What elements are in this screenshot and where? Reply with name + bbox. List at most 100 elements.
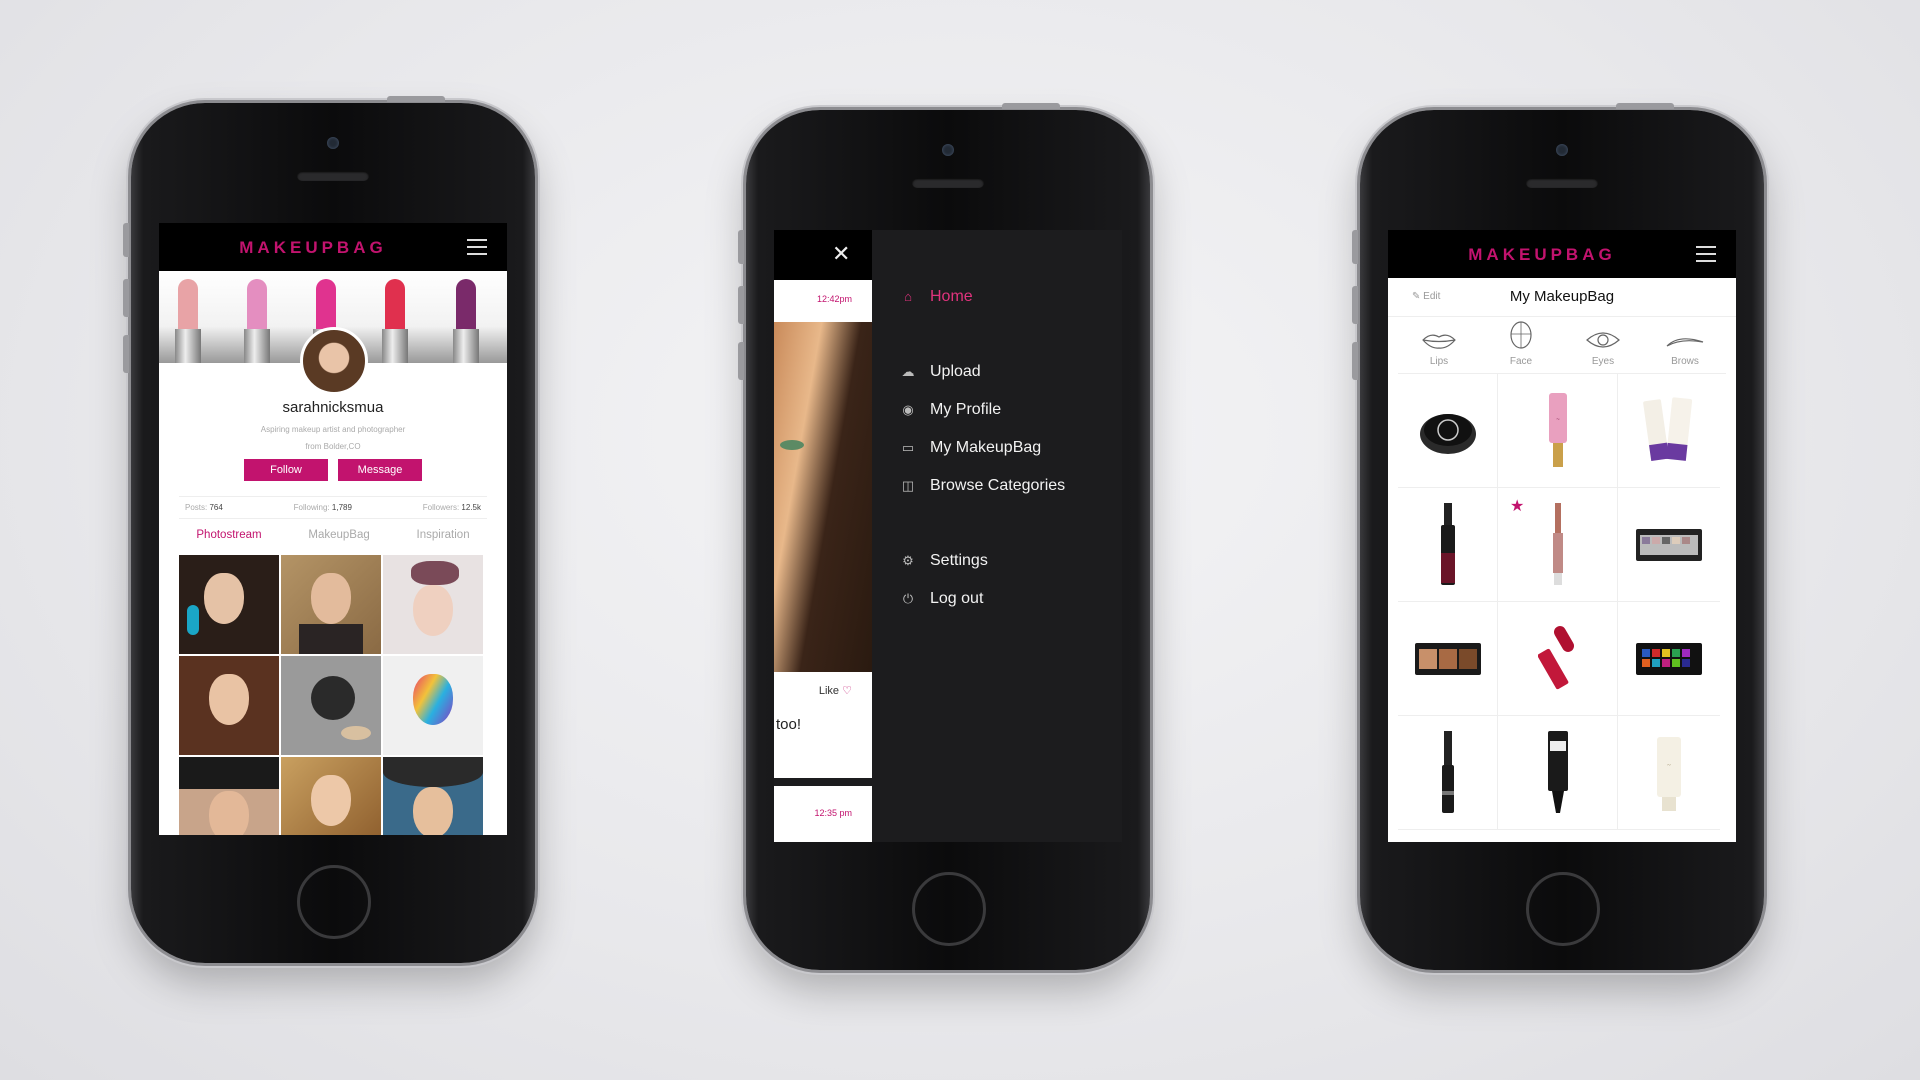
makeupbag-subheader: ✎ Edit My MakeupBag <box>1388 278 1736 317</box>
product-item[interactable]: ~ <box>1498 374 1618 488</box>
product-image <box>1552 502 1563 585</box>
product-image <box>1441 730 1454 813</box>
like-label: Like <box>818 685 840 697</box>
like-button[interactable]: Like ♡ <box>819 684 852 697</box>
post-photo[interactable] <box>774 322 872 672</box>
tab-makeupbag[interactable]: MakeupBag <box>308 529 369 541</box>
product-image <box>1537 625 1574 689</box>
volume-up-button <box>738 286 744 324</box>
app-header: MAKEUPBAG <box>159 223 507 271</box>
product-item[interactable] <box>1618 602 1720 716</box>
menu-item-browse-categories[interactable]: ◫ Browse Categories <box>900 467 1065 505</box>
mute-switch <box>738 230 744 264</box>
menu-item-upload[interactable]: ☁ Upload <box>900 353 1065 391</box>
photo-thumbnail[interactable] <box>179 555 279 654</box>
hamburger-menu-icon[interactable] <box>467 239 487 255</box>
product-item[interactable] <box>1398 374 1498 488</box>
home-button[interactable] <box>297 865 371 939</box>
favorite-star-icon[interactable]: ★ <box>1510 496 1524 516</box>
posts-stat: Posts: 764 <box>185 503 223 512</box>
photo-thumbnail[interactable] <box>383 757 483 835</box>
mute-switch <box>123 223 129 257</box>
app-logo: MAKEUPBAG <box>239 238 387 257</box>
product-item[interactable] <box>1398 488 1498 602</box>
message-button[interactable]: Message <box>338 459 422 481</box>
post-divider <box>774 778 872 786</box>
power-side-button <box>1002 103 1060 109</box>
lipstick-image <box>453 279 479 363</box>
menu-item-home[interactable]: ⌂ Home <box>900 278 1065 316</box>
menu-item-label: Browse Categories <box>930 477 1066 494</box>
follow-button[interactable]: Follow <box>244 459 328 481</box>
product-image <box>1643 396 1693 461</box>
product-item[interactable] <box>1498 716 1618 830</box>
power-side-button <box>387 96 445 102</box>
following-stat[interactable]: Following: 1,789 <box>294 503 352 512</box>
menu-screen: ✕ 12:42pm Like ♡ too! 12:35 pm ⌂ Home ☁ Up… <box>774 230 1122 842</box>
photo-thumbnail[interactable] <box>383 656 483 755</box>
followers-stat[interactable]: Followers: 12.5k <box>423 503 481 512</box>
category-eyes[interactable]: Eyes <box>1568 317 1638 373</box>
profile-avatar[interactable] <box>300 327 368 395</box>
phone-makeupbag: MAKEUPBAG ✎ Edit My MakeupBag Lips Face … <box>1352 103 1764 970</box>
post-timestamp: 12:42pm <box>816 294 852 304</box>
photo-thumbnail[interactable] <box>281 757 381 835</box>
product-item[interactable]: ~ <box>1618 716 1720 830</box>
menu-item-label: Log out <box>930 590 984 607</box>
product-grid: ~ ★ ~ <box>1398 374 1736 830</box>
product-item[interactable] <box>1398 602 1498 716</box>
post-timestamp: 12:35 pm <box>814 808 852 818</box>
product-item[interactable] <box>1498 602 1618 716</box>
product-item[interactable] <box>1618 488 1720 602</box>
menu-item-log-out[interactable]: ⏻ Log out <box>900 580 1065 618</box>
lips-icon <box>1422 334 1456 349</box>
side-menu: ⌂ Home ☁ Upload ◉ My Profile ▭ My MakeupBag … <box>900 278 1066 618</box>
menu-item-settings[interactable]: ⚙ Settings <box>900 542 1065 580</box>
home-button[interactable] <box>1526 872 1600 946</box>
hamburger-menu-icon[interactable] <box>1696 246 1716 262</box>
product-item[interactable] <box>1398 716 1498 830</box>
front-camera <box>327 137 339 149</box>
earpiece-speaker <box>1526 178 1598 188</box>
profile-actions: Follow Message <box>159 459 507 481</box>
photo-thumbnail[interactable] <box>179 757 279 835</box>
tab-photostream[interactable]: Photostream <box>196 529 261 541</box>
front-camera <box>942 144 954 156</box>
close-icon[interactable]: ✕ <box>832 243 850 265</box>
lipstick-image <box>382 279 408 363</box>
category-lips[interactable]: Lips <box>1404 317 1474 373</box>
lipstick-image <box>244 279 270 363</box>
phone-menu: ✕ 12:42pm Like ♡ too! 12:35 pm ⌂ Home ☁ Up… <box>738 103 1150 970</box>
heart-icon: ♡ <box>842 685 852 697</box>
profile-stats: Posts: 764 Following: 1,789 Followers: 1… <box>179 496 487 519</box>
bio-location: from Bolder,CO <box>305 442 361 451</box>
feed-peek[interactable]: ✕ 12:42pm Like ♡ too! 12:35 pm <box>774 230 872 842</box>
photo-thumbnail[interactable] <box>281 555 381 654</box>
product-item[interactable] <box>1618 374 1720 488</box>
front-camera <box>1556 144 1568 156</box>
product-item[interactable]: ★ <box>1498 488 1618 602</box>
category-face[interactable]: Face <box>1486 317 1556 373</box>
photo-grid <box>179 555 507 835</box>
menu-item-label: Settings <box>930 552 988 569</box>
profile-tabs: Photostream MakeupBag Inspiration <box>173 529 493 541</box>
category-brows[interactable]: Brows <box>1650 317 1720 373</box>
menu-item-label: Upload <box>930 363 981 380</box>
earpiece-speaker <box>297 171 369 181</box>
product-image <box>1547 730 1568 813</box>
gear-icon: ⚙ <box>902 553 914 568</box>
profile-username: sarahnicksmua <box>282 399 384 416</box>
photo-thumbnail[interactable] <box>383 555 483 654</box>
product-image <box>1414 642 1481 675</box>
home-button[interactable] <box>912 872 986 946</box>
bag-icon: ▭ <box>901 440 915 455</box>
menu-item-my-makeupbag[interactable]: ▭ My MakeupBag <box>900 429 1065 467</box>
photo-thumbnail[interactable] <box>179 656 279 755</box>
product-image <box>1440 502 1455 585</box>
menu-item-my-profile[interactable]: ◉ My Profile <box>900 391 1065 429</box>
svg-text:~: ~ <box>1556 417 1560 423</box>
product-image: ~ <box>1657 736 1681 811</box>
home-icon: ⌂ <box>904 289 912 304</box>
tab-inspiration[interactable]: Inspiration <box>417 529 470 541</box>
photo-thumbnail[interactable] <box>281 656 381 755</box>
